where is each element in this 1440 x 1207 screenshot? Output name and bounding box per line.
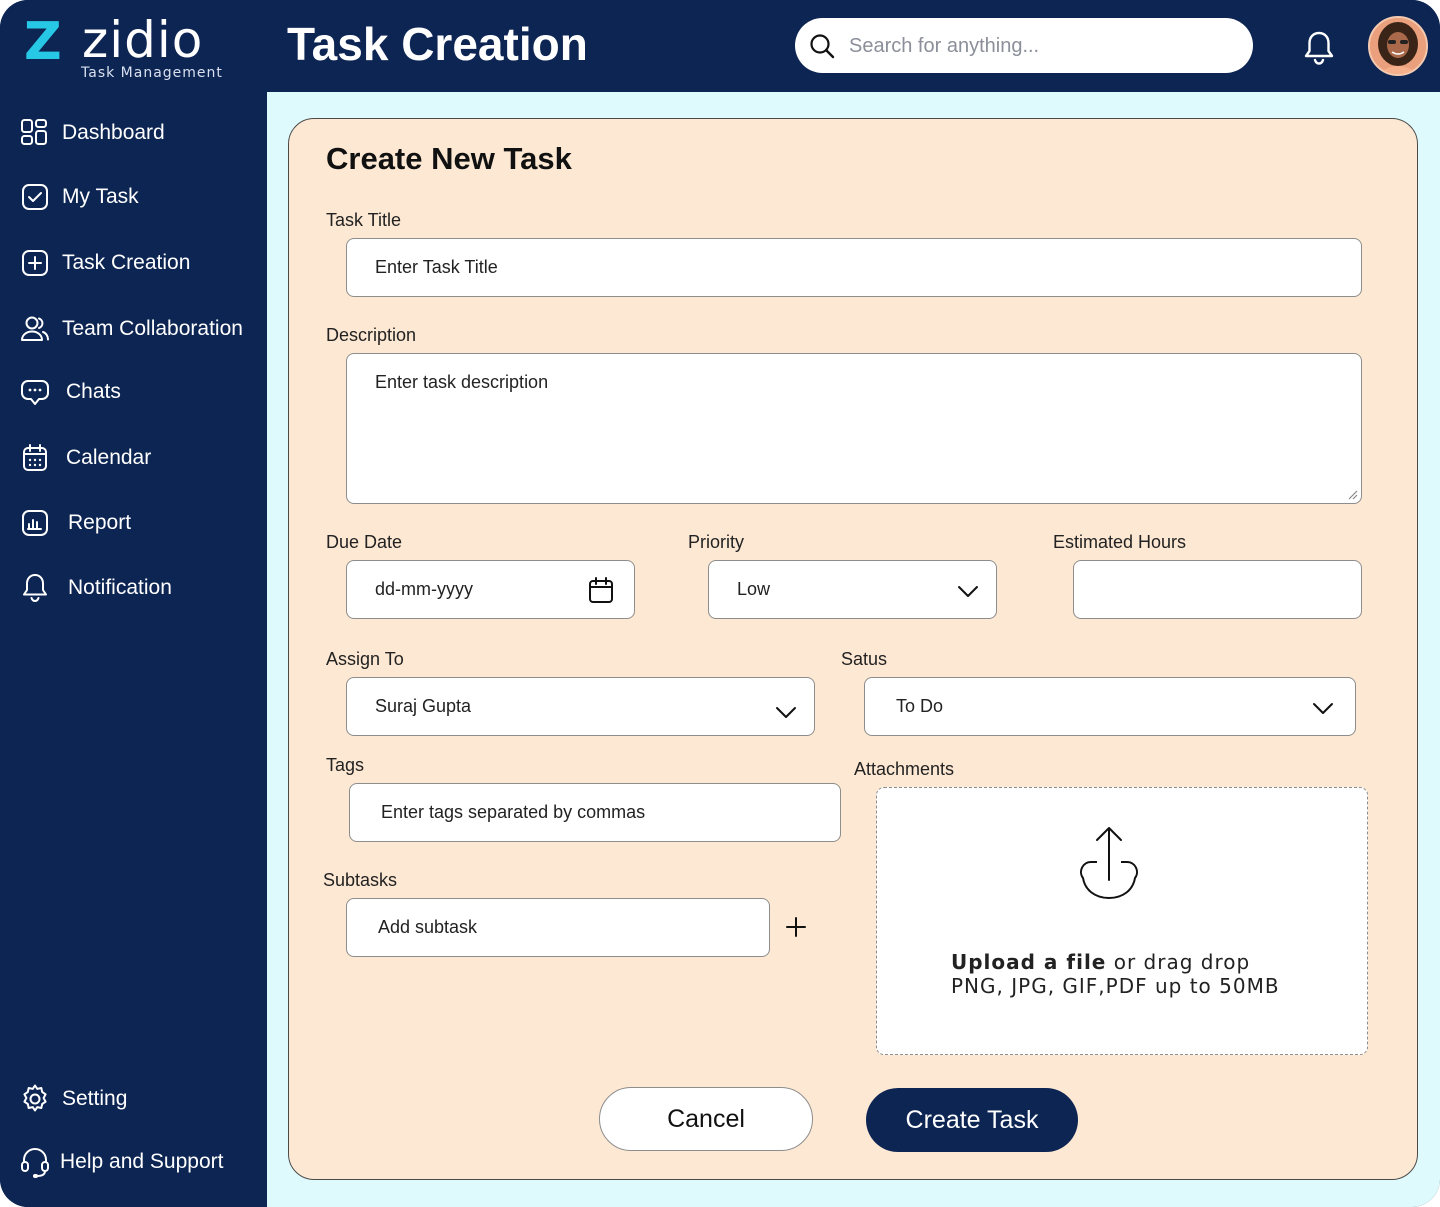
estimated-hours-label: Estimated Hours — [1053, 532, 1187, 552]
description-textarea[interactable]: Enter task description — [346, 353, 1362, 504]
add-subtask-icon[interactable] — [785, 916, 807, 938]
cancel-button[interactable]: Cancel — [599, 1087, 813, 1151]
assign-to-label: Assign To — [326, 649, 404, 669]
sidebar-item-label: Chats — [66, 380, 121, 403]
tags-label: Tags — [326, 755, 365, 775]
form-title: Create New Task — [326, 141, 572, 176]
subtask-input[interactable]: Add subtask — [346, 898, 770, 957]
logo-mark: Z — [24, 12, 62, 72]
description-label: Description — [326, 325, 417, 345]
task-title-input[interactable]: Enter Task Title — [346, 238, 1362, 297]
status-select[interactable]: To Do — [864, 677, 1356, 736]
page-title: Task Creation — [287, 18, 588, 70]
sidebar-item-team-collaboration[interactable]: Team Collaboration — [18, 309, 243, 349]
upload-file-link[interactable]: Upload a file — [951, 950, 1106, 974]
estimated-hours-input[interactable] — [1073, 560, 1362, 619]
zidio-logo[interactable]: Z zidio Task Management — [24, 11, 244, 84]
assign-to-select[interactable]: Suraj Gupta — [346, 677, 815, 736]
grid-icon — [21, 119, 47, 145]
sidebar-item-help-and-support[interactable]: Help and Support — [18, 1142, 223, 1182]
search-icon — [810, 34, 835, 59]
attachments-label: Attachments — [854, 759, 955, 779]
search-input[interactable] — [849, 30, 1239, 62]
chevron-down-icon — [958, 586, 978, 597]
priority-label: Priority — [688, 532, 745, 552]
search-bar[interactable] — [795, 18, 1253, 73]
logo-wordmark: zidio — [82, 11, 204, 69]
sidebar-item-label: Task Creation — [62, 251, 191, 274]
sidebar-item-notification[interactable]: Notification — [18, 568, 172, 608]
task-title-label: Task Title — [326, 210, 402, 230]
sidebar-item-label: Notification — [68, 576, 172, 599]
priority-select[interactable]: Low — [708, 560, 997, 619]
tags-placeholder: Enter tags separated by commas — [381, 802, 646, 822]
bar-chart-icon — [22, 510, 48, 536]
resize-handle-icon[interactable] — [1346, 488, 1358, 500]
create-task-form: Create New Task Task Title Enter Task Ti… — [288, 118, 1418, 1180]
chat-icon — [21, 380, 49, 405]
sidebar-item-chats[interactable]: Chats — [18, 372, 121, 412]
due-date-placeholder: dd-mm-yyyy — [375, 579, 473, 599]
notification-bell-icon[interactable] — [1300, 28, 1338, 68]
subtasks-label: Subtasks — [323, 870, 398, 890]
sidebar-item-report[interactable]: Report — [18, 503, 131, 543]
top-bar: Z zidio Task Management Task Creation — [0, 0, 1440, 92]
main-content: Create New Task Task Title Enter Task Ti… — [267, 92, 1440, 1207]
user-avatar[interactable] — [1368, 16, 1428, 76]
sidebar-item-dashboard[interactable]: Dashboard — [18, 113, 165, 153]
sidebar-item-label: Report — [68, 511, 132, 534]
bell-icon — [23, 574, 47, 603]
headset-icon — [21, 1148, 49, 1178]
sidebar-item-task-creation[interactable]: Task Creation — [18, 243, 190, 283]
users-icon — [21, 316, 49, 341]
sidebar-item-label: Help and Support — [60, 1150, 224, 1173]
upload-instructions: Upload a file or drag drop PNG, JPG, GIF… — [951, 950, 1280, 998]
status-value: To Do — [896, 696, 944, 716]
chevron-down-icon — [776, 707, 796, 718]
sidebar-item-label: Team Collaboration — [62, 317, 243, 340]
sidebar-item-label: Dashboard — [62, 121, 165, 144]
file-dropzone[interactable]: Upload a file or drag drop PNG, JPG, GIF… — [876, 787, 1368, 1055]
app-window: Z zidio Task Management Task Creation Se… — [0, 0, 1440, 1207]
sidebar-item-label: Setting — [62, 1087, 128, 1110]
sidebar-item-label: My Task — [62, 185, 139, 208]
sidebar-item-label: Calendar — [66, 446, 152, 469]
priority-value: Low — [737, 579, 771, 599]
avatar-portrait — [1370, 18, 1426, 74]
task-title-placeholder: Enter Task Title — [375, 257, 498, 277]
sidebar-item-setting[interactable]: Setting — [18, 1079, 127, 1119]
upload-icon — [1080, 827, 1138, 899]
chevron-down-icon — [1313, 703, 1333, 714]
sidebar-item-my-task[interactable]: My Task — [18, 177, 139, 217]
calendar-icon[interactable] — [588, 576, 614, 604]
gear-icon — [23, 1084, 47, 1112]
tags-input[interactable]: Enter tags separated by commas — [349, 783, 841, 842]
calendar-icon — [23, 444, 47, 471]
upload-drag-text: or drag drop — [1106, 950, 1251, 974]
description-placeholder: Enter task description — [375, 372, 549, 392]
logo-tagline: Task Management — [81, 65, 223, 81]
create-task-button[interactable]: Create Task — [866, 1088, 1078, 1152]
assign-to-value: Suraj Gupta — [375, 696, 472, 716]
checkbox-icon — [22, 184, 48, 210]
due-date-input[interactable]: dd-mm-yyyy — [346, 560, 635, 619]
status-label: Satus — [841, 649, 888, 669]
upload-formats: PNG, JPG, GIF,PDF up to 50MB — [951, 974, 1280, 998]
subtask-placeholder: Add subtask — [378, 917, 478, 937]
due-date-label: Due Date — [326, 532, 403, 552]
sidebar: Dashboard My Task Task Creation Team Col… — [0, 92, 267, 1207]
sidebar-item-calendar[interactable]: Calendar — [18, 438, 151, 478]
plus-square-icon — [22, 250, 48, 276]
